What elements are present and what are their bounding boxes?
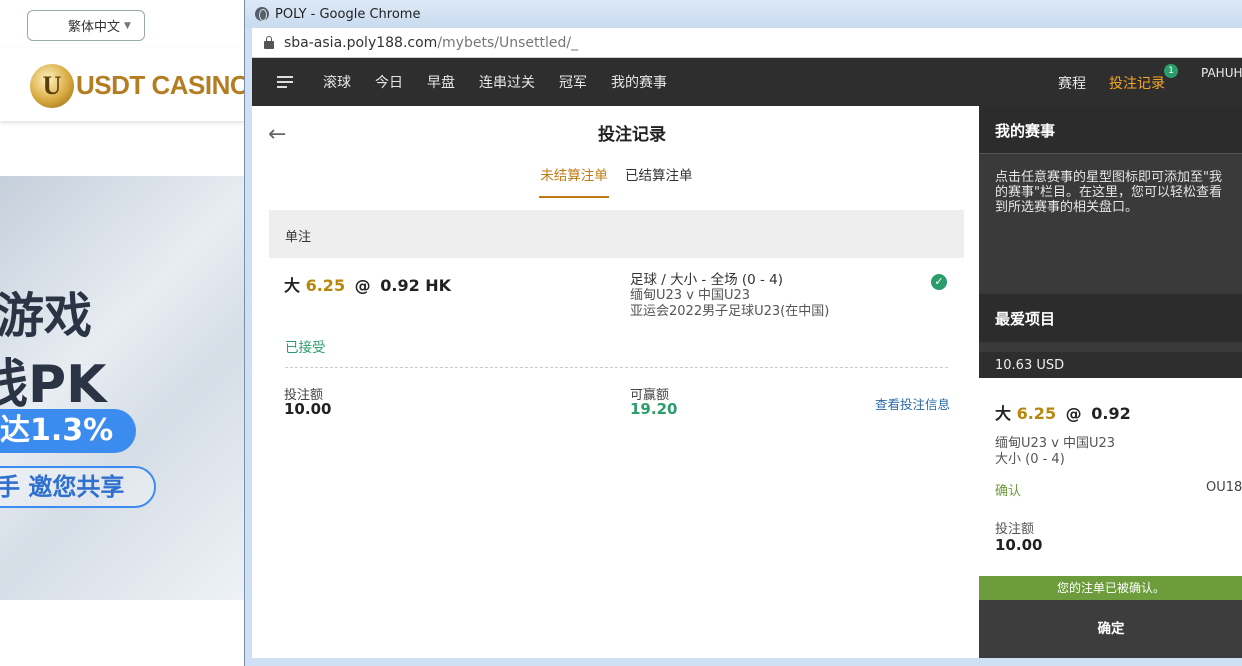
popup-handicap: 6.25 [1016, 404, 1057, 423]
nav-item-bet-history[interactable]: 投注记录 1 [1109, 64, 1178, 93]
bet-market: 足球 / 大小 - 全场 (0 - 4) [630, 272, 784, 288]
banner-line1: 游戏 [0, 288, 93, 344]
language-selector[interactable]: 繁体中文 ▼ [27, 10, 145, 41]
window-title: POLY - Google Chrome [275, 6, 421, 22]
popup-at: @ [1065, 404, 1082, 423]
bet-card: 大 6.25 @ 0.92 HK 足球 / 大小 - 全场 (0 - 4) 缅甸… [269, 258, 964, 428]
bet-odds: 0.92 HK [380, 276, 452, 295]
nav-item-parlay[interactable]: 连串过关 [479, 72, 535, 92]
bet-count-badge: 1 [1164, 64, 1178, 78]
popup-ref-id: OU18 [1206, 480, 1242, 495]
language-label: 繁体中文 [68, 20, 121, 35]
menu-icon[interactable] [277, 76, 293, 88]
window-border [245, 658, 1242, 666]
balance: 10.63 USD [979, 352, 1242, 378]
favorites-title: 最爱项目 [979, 294, 1242, 342]
lock-icon[interactable] [264, 35, 274, 49]
username[interactable]: PAHUH [1201, 66, 1242, 80]
bet-history-panel: ← 投注记录 未结算注单 已结算注单 单注 大 6.25 @ 0.92 HK 足… [252, 106, 979, 658]
chevron-down-icon: ▼ [124, 20, 131, 31]
bet-odds-line: 大 6.25 @ 0.92 HK [284, 272, 451, 296]
section-header-single: 单注 [269, 210, 964, 258]
bet-confirm-popup: 10.63 USD 大 6.25 @ 0.92 缅甸U23 v 中国U23 大小… [979, 352, 1242, 658]
banner-rebate-pill: 达1.3% [0, 409, 136, 453]
promo-banner[interactable]: 游戏 线PK 达1.3% 手 邀您共享 [0, 176, 245, 600]
view-bet-info-link[interactable]: 查看投注信息 [875, 394, 950, 413]
stake-value: 10.00 [284, 400, 332, 418]
confirmed-message: 您的注单已被确认。 [979, 576, 1242, 600]
bet-history-label: 投注记录 [1109, 76, 1165, 92]
bet-handicap: 6.25 [305, 276, 346, 295]
banner-invite-pill: 手 邀您共享 [0, 466, 156, 508]
logo-text[interactable]: USDT CASINO [76, 70, 250, 101]
my-matches-text: 点击任意赛事的星型图标即可添加至"我 的赛事"栏目。在这里，您可以轻松查看 到所… [979, 154, 1242, 284]
globe-icon [255, 7, 269, 21]
chrome-window: POLY - Google Chrome sba-asia.poly188.co… [244, 0, 1242, 666]
bet-league: 亚运会2022男子足球U23(在中国) [630, 304, 830, 319]
bet-at: @ [354, 276, 371, 295]
ok-button[interactable]: 确定 [979, 600, 1242, 658]
url-host: sba-asia.poly188.com [284, 34, 438, 51]
popup-odds: 0.92 [1091, 404, 1131, 423]
bet-info: 足球 / 大小 - 全场 (0 - 4) 缅甸U23 v 中国U23 亚运会20… [630, 272, 829, 320]
win-value: 19.20 [630, 400, 678, 418]
nav-item-live[interactable]: 滚球 [323, 72, 351, 92]
web-page: 滚球 今日 早盘 连串过关 冠军 我的赛事 赛程 投注记录 1 PAHUH ← … [252, 58, 1242, 658]
popup-stake-label: 投注额 [995, 522, 1035, 537]
bet-side: 大 [284, 276, 301, 295]
popup-match-info: 缅甸U23 v 中国U23 大小 (0 - 4) [995, 436, 1115, 468]
nav-item-outright[interactable]: 冠军 [559, 72, 587, 92]
top-nav: 滚球 今日 早盘 连串过关 冠军 我的赛事 赛程 投注记录 1 PAHUH [252, 58, 1242, 106]
my-matches-text-line: 的赛事"栏目。在这里，您可以轻松查看 [995, 185, 1222, 200]
my-matches-title: 我的赛事 [979, 106, 1242, 154]
nav-item-early[interactable]: 早盘 [427, 72, 455, 92]
popup-stake-value: 10.00 [995, 536, 1043, 554]
tab-unsettled[interactable]: 未结算注单 [539, 164, 609, 198]
my-matches-text-line: 到所选赛事的相关盘口。 [995, 200, 1139, 215]
popup-odds-line: 大 6.25 @ 0.92 [995, 400, 1131, 424]
popup-confirm-label: 确认 [995, 484, 1022, 499]
bet-tabs: 未结算注单 已结算注单 [539, 164, 693, 198]
nav-item-today[interactable]: 今日 [375, 72, 403, 92]
check-circle-icon: ✓ [931, 274, 947, 290]
nav-item-my-events[interactable]: 我的赛事 [611, 72, 667, 92]
popup-market: 大小 (0 - 4) [995, 452, 1065, 467]
url-path: /mybets/Unsettled/_ [437, 34, 579, 51]
address-bar[interactable]: sba-asia.poly188.com/mybets/Unsettled/_ [252, 28, 1242, 58]
nav-item-schedule[interactable]: 赛程 [1058, 73, 1086, 93]
bet-match: 缅甸U23 v 中国U23 [630, 288, 751, 303]
bet-status: 已接受 [285, 340, 326, 356]
banner-line2: 线PK [0, 355, 107, 415]
popup-side: 大 [995, 404, 1012, 423]
page-title: 投注记录 [598, 125, 666, 145]
divider [285, 367, 948, 368]
popup-match: 缅甸U23 v 中国U23 [995, 436, 1116, 451]
right-sidebar: 我的赛事 点击任意赛事的星型图标即可添加至"我 的赛事"栏目。在这里，您可以轻松… [979, 106, 1242, 658]
my-matches-text-line: 点击任意赛事的星型图标即可添加至"我 [995, 170, 1222, 185]
logo-coin-icon[interactable]: U [30, 64, 74, 108]
tab-settled[interactable]: 已结算注单 [625, 164, 693, 198]
window-titlebar[interactable]: POLY - Google Chrome [245, 0, 1242, 28]
